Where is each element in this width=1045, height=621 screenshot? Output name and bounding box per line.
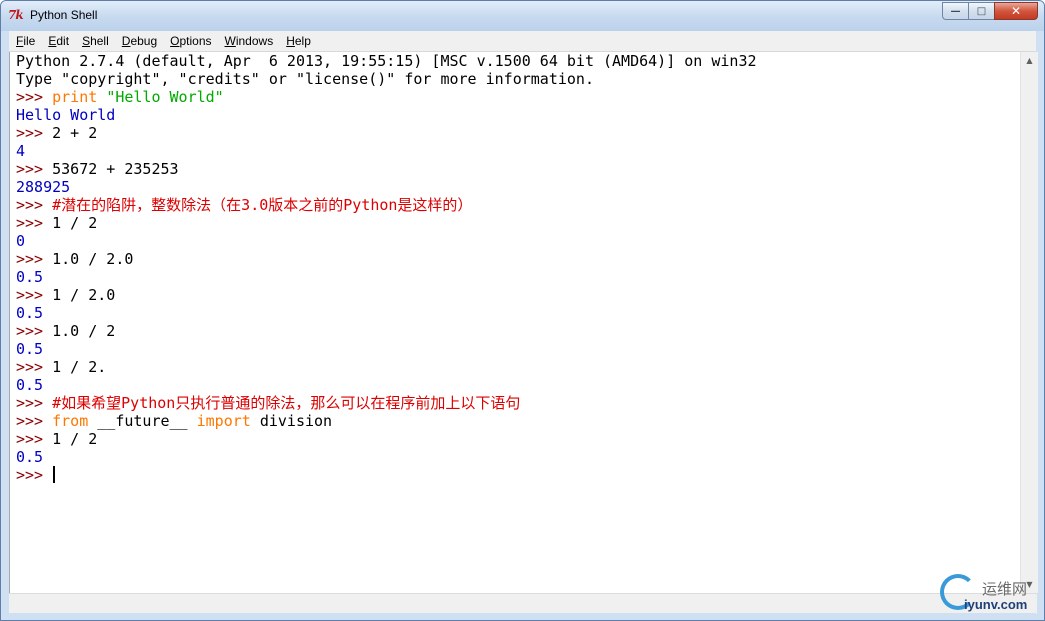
console-line: 0.5 xyxy=(16,376,757,394)
window-title: Python Shell xyxy=(30,8,98,22)
console-line: >>> 1 / 2.0 xyxy=(16,286,757,304)
shell-prompt: >>> xyxy=(16,466,53,484)
shell-prompt: >>> xyxy=(16,196,53,214)
console-text: 0.5 xyxy=(16,448,44,466)
title-bar[interactable]: 7k Python Shell — □ ✕ xyxy=(1,1,1044,31)
console-line: >>> 2 + 2 xyxy=(16,124,757,142)
console-output: Python 2.7.4 (default, Apr 6 2013, 19:55… xyxy=(16,52,757,484)
minimize-button[interactable]: — xyxy=(942,2,968,20)
shell-prompt: >>> xyxy=(16,412,53,430)
console-line: >>> #如果希望Python只执行普通的除法，那么可以在程序前加上以下语句 xyxy=(16,394,757,412)
console-text: #如果希望Python只执行普通的除法，那么可以在程序前加上以下语句 xyxy=(52,394,521,412)
text-cursor xyxy=(53,466,56,483)
console-text: 1 / 2. xyxy=(52,358,107,376)
minimize-icon: — xyxy=(950,5,961,17)
console-line: 0.5 xyxy=(16,268,757,286)
console-line: 0.5 xyxy=(16,304,757,322)
console-text: #潜在的陷阱，整数除法（在3.0版本之前的Python是这样的） xyxy=(52,196,473,214)
console-text: 0.5 xyxy=(16,376,44,394)
shell-prompt: >>> xyxy=(16,358,53,376)
shell-text-area[interactable]: Python 2.7.4 (default, Apr 6 2013, 19:55… xyxy=(9,52,1021,593)
console-text: import xyxy=(196,412,251,430)
chevron-up-icon: ▲ xyxy=(1026,56,1033,65)
console-line: >>> from __future__ import division xyxy=(16,412,757,430)
shell-prompt: >>> xyxy=(16,394,53,412)
console-text: 1 / 2.0 xyxy=(52,286,116,304)
window-controls: — □ ✕ xyxy=(942,2,1038,21)
console-text: division xyxy=(250,412,333,430)
console-text: print xyxy=(52,88,98,106)
scroll-up-button[interactable]: ▲ xyxy=(1021,52,1038,69)
console-text: 1.0 / 2.0 xyxy=(52,250,134,268)
menu-help[interactable]: Help xyxy=(279,34,317,48)
console-text: "Hello World" xyxy=(106,88,224,106)
close-button[interactable]: ✕ xyxy=(994,2,1038,20)
console-text: Hello World xyxy=(16,106,116,124)
console-line: 0.5 xyxy=(16,340,757,358)
console-line: 0.5 xyxy=(16,448,757,466)
shell-prompt: >>> xyxy=(16,124,53,142)
menu-file[interactable]: File xyxy=(9,34,41,48)
console-text: 4 xyxy=(16,142,26,160)
menu-windows[interactable]: Windows xyxy=(218,34,280,48)
menu-options[interactable]: Options xyxy=(163,34,217,48)
watermark-text: 运维网 xyxy=(982,580,1028,598)
console-text: 0 xyxy=(16,232,26,250)
console-line: >>> 1 / 2. xyxy=(16,358,757,376)
console-text: 0.5 xyxy=(16,304,44,322)
shell-prompt: >>> xyxy=(16,250,53,268)
console-text: 0.5 xyxy=(16,268,44,286)
console-text: 288925 xyxy=(16,178,71,196)
shell-prompt: >>> xyxy=(16,160,53,178)
console-line: >>> 1.0 / 2 xyxy=(16,322,757,340)
console-text: Type "copyright", "credits" or "license(… xyxy=(16,70,594,88)
maximize-icon: □ xyxy=(976,5,987,17)
console-line: Python 2.7.4 (default, Apr 6 2013, 19:55… xyxy=(16,52,757,70)
shell-prompt: >>> xyxy=(16,88,53,106)
python-shell-window: 7k Python Shell — □ ✕ File Edit Shell De… xyxy=(0,0,1045,621)
console-text: 1 / 2 xyxy=(52,430,98,448)
console-text: 53672 + 235253 xyxy=(52,160,179,178)
menu-debug[interactable]: Debug xyxy=(115,34,163,48)
watermark-logo: 运维网 iyunv.com xyxy=(940,574,1040,616)
tk-feather-icon: 7k xyxy=(8,8,24,22)
console-text: Python 2.7.4 (default, Apr 6 2013, 19:55… xyxy=(16,52,757,70)
console-line: 288925 xyxy=(16,178,757,196)
console-line: >>> 1 / 2 xyxy=(16,430,757,448)
close-icon: ✕ xyxy=(1010,4,1022,18)
console-line: 0 xyxy=(16,232,757,250)
watermark-url: iyunv.com xyxy=(964,597,1028,612)
window-bottom-frame xyxy=(9,613,1036,620)
console-line: Type "copyright", "credits" or "license(… xyxy=(16,70,757,88)
shell-prompt: >>> xyxy=(16,214,53,232)
console-text: 1 / 2 xyxy=(52,214,98,232)
vertical-scrollbar[interactable]: ▲ ▼ xyxy=(1020,52,1038,593)
console-text: 2 + 2 xyxy=(52,124,98,142)
console-text: __future__ xyxy=(88,412,197,430)
console-line: >>> xyxy=(16,466,757,484)
shell-prompt: >>> xyxy=(16,286,53,304)
console-text: 1.0 / 2 xyxy=(52,322,116,340)
shell-prompt: >>> xyxy=(16,322,53,340)
status-bar xyxy=(9,593,1037,614)
console-line: >>> 53672 + 235253 xyxy=(16,160,757,178)
console-line: >>> #潜在的陷阱，整数除法（在3.0版本之前的Python是这样的） xyxy=(16,196,757,214)
shell-prompt: >>> xyxy=(16,430,53,448)
console-text: 0.5 xyxy=(16,340,44,358)
menu-shell[interactable]: Shell xyxy=(75,34,115,48)
menu-edit[interactable]: Edit xyxy=(41,34,75,48)
console-line: >>> 1 / 2 xyxy=(16,214,757,232)
console-text: from xyxy=(52,412,89,430)
console-line: >>> 1.0 / 2.0 xyxy=(16,250,757,268)
console-line: 4 xyxy=(16,142,757,160)
console-line: Hello World xyxy=(16,106,757,124)
console-line: >>> print "Hello World" xyxy=(16,88,757,106)
menu-bar: File Edit Shell Debug Options Windows He… xyxy=(9,31,1036,52)
maximize-button[interactable]: □ xyxy=(968,2,994,20)
